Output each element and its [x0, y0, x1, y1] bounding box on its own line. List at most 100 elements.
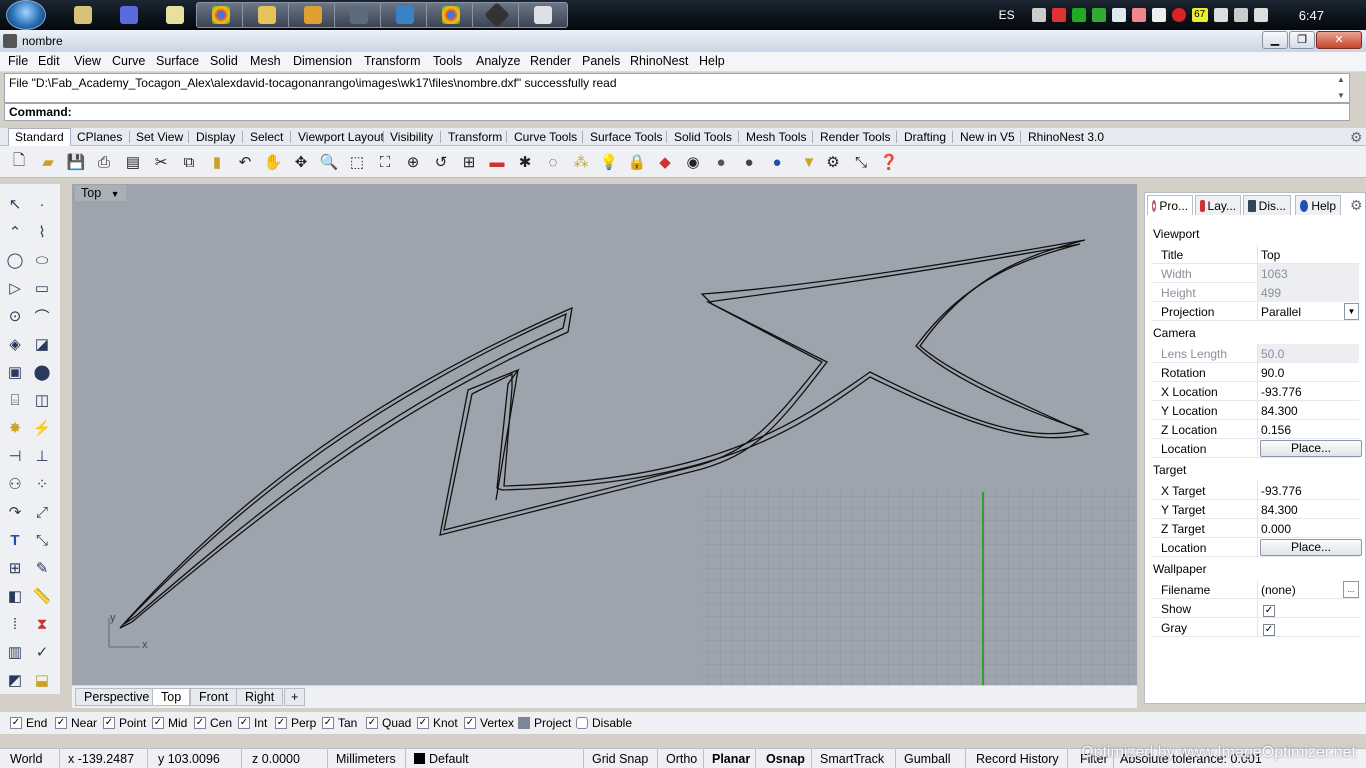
tab-new-in-v5[interactable]: New in V5: [960, 130, 1015, 144]
scale-icon[interactable]: ⤢: [30, 500, 54, 524]
osnap-point[interactable]: ✓ Point: [103, 716, 146, 730]
polygon-icon[interactable]: ⊙: [3, 304, 27, 328]
tab-cplanes[interactable]: CPlanes: [77, 130, 122, 144]
tab-surface-tools[interactable]: Surface Tools: [590, 130, 663, 144]
ruler-icon[interactable]: 📏: [30, 584, 54, 608]
paste-icon[interactable]: ▮: [206, 151, 228, 173]
layer-indicator[interactable]: Default: [408, 749, 584, 768]
cloud-icon[interactable]: [1151, 8, 1166, 22]
projection-select[interactable]: Parallel ▼: [1257, 302, 1359, 321]
point-icon[interactable]: ·: [30, 192, 54, 216]
tab-front[interactable]: Front: [190, 688, 238, 706]
osnap-project[interactable]: Project: [518, 716, 571, 730]
group-icon[interactable]: ⁘: [30, 472, 54, 496]
quad-checkbox[interactable]: ✓: [366, 717, 378, 729]
menu-solid[interactable]: Solid: [210, 54, 238, 68]
maximize-button[interactable]: ❐: [1289, 31, 1315, 49]
tan-checkbox[interactable]: ✓: [322, 717, 334, 729]
render-sphere-icon[interactable]: ●: [766, 151, 788, 173]
title-field[interactable]: Top: [1257, 245, 1359, 264]
paint-icon[interactable]: ⬓: [30, 668, 54, 692]
filename-field[interactable]: (none)...: [1257, 580, 1359, 599]
camera-place-button[interactable]: Place...: [1260, 440, 1362, 457]
tab-viewport-layout[interactable]: Viewport Layout: [298, 130, 384, 144]
cloud-icon[interactable]: [1111, 8, 1126, 22]
planar-toggle[interactable]: Planar: [706, 749, 756, 768]
chrome-icon[interactable]: [196, 2, 246, 28]
tab-drafting[interactable]: Drafting: [904, 130, 946, 144]
osnap-quad[interactable]: ✓ Quad: [366, 716, 411, 730]
open-folder-icon[interactable]: ▰: [37, 151, 59, 173]
menu-tools[interactable]: Tools: [433, 54, 462, 68]
ellipse-icon[interactable]: ⬭: [30, 248, 54, 272]
osnap-mid[interactable]: ✓ Mid: [152, 716, 187, 730]
four-viewports-icon[interactable]: ⊞: [458, 151, 480, 173]
circle-icon[interactable]: ◯: [3, 248, 27, 272]
align-icon[interactable]: ⧗: [30, 612, 54, 636]
tab-transform[interactable]: Transform: [448, 130, 502, 144]
light-bulb-icon[interactable]: 💡: [598, 151, 620, 173]
menu-view[interactable]: View: [74, 54, 101, 68]
extrude-surface-icon[interactable]: ◪: [30, 332, 54, 356]
select-arrow-icon[interactable]: ↖: [3, 192, 27, 216]
tab-display[interactable]: Dis...: [1243, 195, 1291, 215]
command-history[interactable]: File "D:\Fab_Academy_Tocagon_Alex\alexda…: [4, 73, 1350, 103]
array-icon[interactable]: ⊞: [3, 556, 27, 580]
layer-icon[interactable]: ◆: [654, 151, 676, 173]
undo-icon[interactable]: ↶: [234, 151, 256, 173]
start-button[interactable]: [6, 0, 46, 30]
gear-icon[interactable]: ⚙: [1350, 129, 1363, 146]
menu-curve[interactable]: Curve: [112, 54, 145, 68]
layout-icon[interactable]: ▥: [3, 640, 27, 664]
rhino-icon[interactable]: [3, 34, 17, 48]
chrome-icon[interactable]: [426, 2, 476, 28]
menu-rhinonest[interactable]: RhinoNest: [630, 54, 688, 68]
clock[interactable]: 6:47: [1299, 8, 1324, 23]
undo-view-icon[interactable]: ↺: [430, 151, 452, 173]
media-icon[interactable]: [288, 2, 338, 28]
viewport-canvas[interactable]: [72, 184, 1137, 685]
move-icon[interactable]: ⤡: [850, 151, 872, 173]
osnap-vertex[interactable]: ✓ Vertex: [464, 716, 514, 730]
disable-checkbox[interactable]: [576, 717, 588, 729]
car-icon[interactable]: ▬: [486, 151, 508, 173]
z-target-field[interactable]: 0.000: [1257, 519, 1359, 538]
properties-icon[interactable]: ▤: [122, 151, 144, 173]
z-location-field[interactable]: 0.156: [1257, 420, 1359, 439]
tab-curve-tools[interactable]: Curve Tools: [514, 130, 577, 144]
flag-icon[interactable]: [1051, 8, 1066, 22]
gray-checkbox[interactable]: ✓: [1263, 624, 1275, 636]
chevron-down-icon[interactable]: ▼: [111, 189, 120, 199]
unity-icon[interactable]: [472, 2, 522, 28]
cube-icon[interactable]: ◧: [3, 584, 27, 608]
menu-surface[interactable]: Surface: [156, 54, 199, 68]
target-place-button[interactable]: Place...: [1260, 539, 1362, 556]
cplane-icon[interactable]: ◌: [542, 151, 564, 173]
int-checkbox[interactable]: ✓: [238, 717, 250, 729]
menu-mesh[interactable]: Mesh: [250, 54, 281, 68]
explode-icon[interactable]: ✸: [3, 416, 27, 440]
gear-icon[interactable]: ⚙: [1350, 197, 1363, 214]
browse-button[interactable]: ...: [1343, 581, 1359, 598]
join-icon[interactable]: ⚇: [3, 472, 27, 496]
rendered-sphere-icon[interactable]: ●: [738, 151, 760, 173]
rotate-view-icon[interactable]: ✥: [290, 151, 312, 173]
edit-icon[interactable]: ✎: [30, 556, 54, 580]
zoom-icon[interactable]: 🔍: [318, 151, 340, 173]
menu-help[interactable]: Help: [699, 54, 725, 68]
print-icon[interactable]: ⎙: [93, 151, 115, 173]
menu-transform[interactable]: Transform: [364, 54, 421, 68]
osnap-knot[interactable]: ✓ Knot: [417, 716, 458, 730]
paw-icon[interactable]: [1131, 8, 1146, 22]
tab-right[interactable]: Right: [236, 688, 284, 706]
show-checkbox[interactable]: ✓: [1263, 605, 1275, 617]
cen-checkbox[interactable]: ✓: [194, 717, 206, 729]
battery-icon[interactable]: [1071, 8, 1086, 22]
viewport-title[interactable]: Top ▼: [75, 185, 126, 201]
help-icon[interactable]: ❓: [878, 151, 900, 173]
near-checkbox[interactable]: ✓: [55, 717, 67, 729]
osnap-end[interactable]: ✓ End: [10, 716, 47, 730]
vertex-checkbox[interactable]: ✓: [464, 717, 476, 729]
device-icon[interactable]: [1213, 8, 1228, 22]
tab-visibility[interactable]: Visibility: [390, 130, 433, 144]
